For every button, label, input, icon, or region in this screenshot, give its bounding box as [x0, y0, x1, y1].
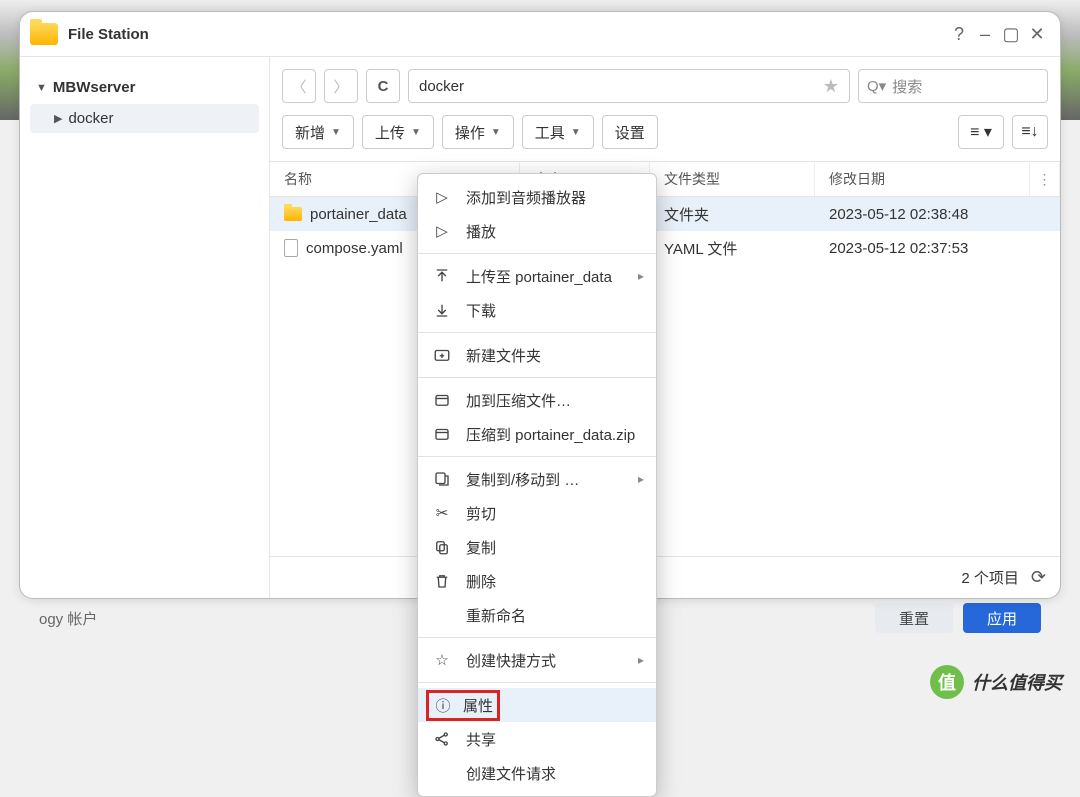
menu-copy-move[interactable]: 复制到/移动到 … [418, 462, 656, 496]
move-icon [432, 470, 452, 488]
app-title: File Station [68, 26, 149, 43]
action-toolbar: 新增▼ 上传▼ 操作▼ 工具▼ 设置 ≡ ▾ ≡↓ [270, 109, 1060, 161]
reset-button[interactable]: 重置 [875, 603, 953, 633]
trash-icon [432, 572, 452, 590]
scissors-icon: ✂ [432, 504, 452, 522]
file-icon [284, 239, 298, 257]
tool-button[interactable]: 工具▼ [522, 115, 594, 149]
menu-share[interactable]: 共享 [418, 722, 656, 756]
settings-button[interactable]: 设置 [602, 115, 658, 149]
share-icon [432, 730, 452, 748]
status-bar: 2 个项目 ⟳ [270, 556, 1060, 598]
play-icon: ▷ [432, 222, 452, 240]
star-icon: ☆ [432, 651, 452, 669]
file-type: 文件夹 [650, 204, 815, 225]
context-menu: ▷添加到音频播放器 ▷播放 上传至 portainer_data 下载 新建文件… [417, 173, 657, 797]
account-label: ogy 帐户 [39, 608, 97, 629]
star-icon[interactable]: ★ [823, 76, 839, 97]
archive-icon [432, 391, 452, 409]
path-bar[interactable]: docker ★ [408, 69, 850, 103]
main-panel: 〈 〉 C docker ★ Q▾ 搜索 新增▼ 上传▼ 操作▼ 工具▼ 设置 [270, 57, 1060, 598]
new-button[interactable]: 新增▼ [282, 115, 354, 149]
folder-icon [284, 207, 302, 221]
help-button[interactable]: ? [946, 21, 972, 47]
watermark-text: 什么值得买 [972, 669, 1062, 695]
col-more-icon[interactable]: ⋮ [1030, 162, 1060, 196]
upload-icon [432, 267, 452, 285]
chevron-right-icon: ▶ [54, 112, 62, 125]
search-icon: Q▾ [867, 77, 886, 95]
tree-root-label: MBWserver [53, 79, 136, 96]
play-icon: ▷ [432, 188, 452, 206]
copy-icon [432, 538, 452, 556]
file-date: 2023-05-12 02:37:53 [815, 240, 1060, 257]
download-icon [432, 301, 452, 319]
upload-button[interactable]: 上传▼ [362, 115, 434, 149]
menu-play[interactable]: ▷播放 [418, 214, 656, 248]
sidebar-item-docker[interactable]: ▶ docker [30, 104, 259, 133]
sidebar: ▼ MBWserver ▶ docker [20, 57, 270, 598]
file-type: YAML 文件 [650, 238, 815, 259]
watermark-badge: 值 [930, 665, 964, 699]
col-type[interactable]: 文件类型 [650, 162, 815, 196]
col-date[interactable]: 修改日期 [815, 162, 1030, 196]
nav-forward-button[interactable]: 〉 [324, 69, 358, 103]
menu-new-folder[interactable]: 新建文件夹 [418, 338, 656, 372]
chevron-down-icon: ▼ [36, 82, 47, 94]
action-button[interactable]: 操作▼ [442, 115, 514, 149]
sort-button[interactable]: ≡↓ [1012, 115, 1048, 149]
info-icon: ⓘ [433, 695, 453, 716]
status-refresh-icon[interactable]: ⟳ [1031, 567, 1046, 588]
file-date: 2023-05-12 02:38:48 [815, 206, 1060, 223]
menu-add-audio[interactable]: ▷添加到音频播放器 [418, 180, 656, 214]
menu-delete[interactable]: 删除 [418, 564, 656, 598]
refresh-button[interactable]: C [366, 69, 400, 103]
close-button[interactable]: ✕ [1024, 21, 1050, 47]
minimize-button[interactable]: – [972, 21, 998, 47]
column-headers: 名称 大小 文件类型 修改日期 ⋮ [270, 161, 1060, 197]
menu-rename[interactable]: 重新命名 [418, 598, 656, 632]
menu-file-request[interactable]: 创建文件请求 [418, 756, 656, 790]
new-folder-icon [432, 346, 452, 364]
tree-root[interactable]: ▼ MBWserver [30, 75, 259, 100]
menu-compress-to[interactable]: 压缩到 portainer_data.zip [418, 417, 656, 451]
file-name: portainer_data [310, 206, 407, 223]
menu-upload-to[interactable]: 上传至 portainer_data [418, 259, 656, 293]
titlebar: File Station ? – ▢ ✕ [20, 12, 1060, 57]
menu-shortcut[interactable]: ☆创建快捷方式 [418, 643, 656, 677]
watermark: 值 什么值得买 [930, 665, 1062, 699]
table-row[interactable]: compose.yaml YAML 文件 2023-05-12 02:37:53 [270, 231, 1060, 265]
menu-add-archive[interactable]: 加到压缩文件… [418, 383, 656, 417]
menu-properties[interactable]: ⓘ属性 [418, 688, 656, 722]
nav-back-button[interactable]: 〈 [282, 69, 316, 103]
search-input[interactable]: Q▾ 搜索 [858, 69, 1048, 103]
sidebar-item-label: docker [68, 110, 113, 127]
path-text: docker [419, 78, 464, 95]
maximize-button[interactable]: ▢ [998, 21, 1024, 47]
nav-toolbar: 〈 〉 C docker ★ Q▾ 搜索 [270, 57, 1060, 109]
app-folder-icon [30, 23, 58, 45]
menu-cut[interactable]: ✂剪切 [418, 496, 656, 530]
file-name: compose.yaml [306, 240, 403, 257]
archive-icon [432, 425, 452, 443]
apply-button[interactable]: 应用 [963, 603, 1041, 633]
view-list-button[interactable]: ≡ ▾ [958, 115, 1004, 149]
item-count: 2 个项目 [961, 567, 1019, 588]
menu-download[interactable]: 下载 [418, 293, 656, 327]
menu-copy[interactable]: 复制 [418, 530, 656, 564]
table-row[interactable]: portainer_data 文件夹 2023-05-12 02:38:48 [270, 197, 1060, 231]
search-placeholder: 搜索 [892, 76, 922, 97]
